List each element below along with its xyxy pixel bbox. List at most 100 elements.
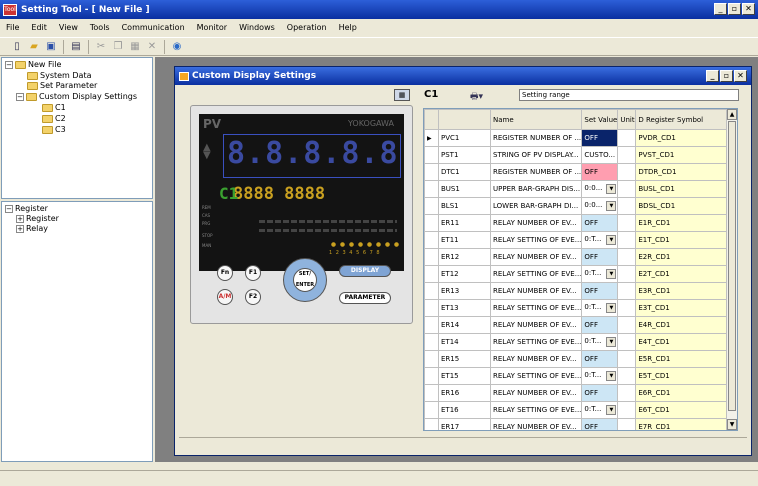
dropdown-arrow-icon[interactable]: ▼ bbox=[606, 201, 617, 211]
table-row[interactable]: ER16 RELAY NUMBER OF EV... OFF E6R_CD1 bbox=[424, 384, 737, 402]
set-enter-key[interactable]: SET/ ENTER bbox=[293, 268, 317, 292]
child-close-button[interactable]: ✕ bbox=[734, 70, 747, 82]
table-row[interactable]: ET16 RELAY SETTING OF EVE... 0:T... ▼ E6T_CD… bbox=[424, 401, 737, 419]
tree-item-c3[interactable]: C3 bbox=[42, 125, 66, 134]
child-minimize-button[interactable]: _ bbox=[706, 70, 719, 82]
table-row[interactable]: ET15 RELAY SETTING OF EVE... 0:T... ▼ E5T_CD… bbox=[424, 367, 737, 385]
scroll-down-icon[interactable]: ▼ bbox=[727, 419, 737, 430]
row-set-value[interactable]: OFF bbox=[581, 214, 619, 232]
row-set-value[interactable]: 0:T... ▼ bbox=[581, 299, 619, 317]
table-row[interactable]: ER11 RELAY NUMBER OF EV... OFF E1R_CD1 bbox=[424, 214, 737, 232]
restore-button[interactable]: ▫ bbox=[728, 3, 741, 15]
print-icon[interactable]: ▤ bbox=[69, 40, 83, 54]
row-set-value[interactable]: OFF bbox=[581, 384, 619, 402]
table-row[interactable]: ET13 RELAY SETTING OF EVE... 0:T... ▼ E3T_CD… bbox=[424, 299, 737, 317]
row-set-value[interactable]: OFF bbox=[581, 248, 619, 266]
row-set-value[interactable]: CUSTO... bbox=[581, 146, 619, 164]
row-set-value[interactable]: OFF bbox=[581, 163, 619, 181]
collapse-icon[interactable]: − bbox=[16, 92, 24, 101]
table-row[interactable]: ER15 RELAY NUMBER OF EV... OFF E5R_CD1 bbox=[424, 350, 737, 368]
expand-icon[interactable]: + bbox=[16, 224, 24, 233]
dropdown-arrow-icon[interactable]: ▼ bbox=[606, 337, 617, 347]
row-set-value[interactable]: 0:T... ▼ bbox=[581, 231, 619, 249]
print-range-icon[interactable]: 🖶▾ bbox=[470, 89, 483, 105]
row-set-value[interactable]: 0:T... ▼ bbox=[581, 333, 619, 351]
row-set-value[interactable]: 0:T... ▼ bbox=[581, 265, 619, 283]
col-header-name[interactable]: Name bbox=[489, 109, 583, 130]
display-key[interactable]: DISPLAY bbox=[339, 265, 391, 277]
table-row[interactable]: BUS1 UPPER BAR-GRAPH DIS... 0:0... ▼ BUSL_CD… bbox=[424, 180, 737, 198]
menu-operation[interactable]: Operation bbox=[287, 23, 327, 32]
row-set-value[interactable]: OFF bbox=[581, 418, 619, 430]
row-set-value[interactable]: 0:T... ▼ bbox=[581, 401, 619, 419]
col-header-register[interactable]: D Register Symbol bbox=[635, 109, 737, 130]
open-icon[interactable]: ▰ bbox=[27, 40, 41, 54]
menu-file[interactable]: File bbox=[6, 23, 19, 32]
menu-communication[interactable]: Communication bbox=[122, 23, 185, 32]
row-set-value[interactable]: OFF bbox=[581, 282, 619, 300]
tree-item-set-parameter[interactable]: Set Parameter bbox=[27, 81, 97, 90]
tree-root[interactable]: − New File bbox=[5, 60, 61, 69]
tree-register[interactable]: + Register bbox=[16, 214, 59, 223]
row-set-value[interactable]: OFF bbox=[581, 316, 619, 334]
dropdown-arrow-icon[interactable]: ▼ bbox=[606, 235, 617, 245]
menu-monitor[interactable]: Monitor bbox=[197, 23, 227, 32]
table-row[interactable]: ET12 RELAY SETTING OF EVE... 0:T... ▼ E2T_CD… bbox=[424, 265, 737, 283]
table-row[interactable]: ET14 RELAY SETTING OF EVE... 0:T... ▼ E4T_CD… bbox=[424, 333, 737, 351]
close-button[interactable]: ✕ bbox=[742, 3, 755, 15]
minimize-button[interactable]: _ bbox=[714, 3, 727, 15]
col-header-unit[interactable]: Unit bbox=[617, 109, 637, 130]
collapse-icon[interactable]: − bbox=[5, 204, 13, 213]
row-set-value[interactable]: 0:T... ▼ bbox=[581, 367, 619, 385]
tree-item-c1[interactable]: C1 bbox=[42, 103, 66, 112]
col-header-set-value[interactable]: Set Value bbox=[581, 109, 619, 130]
table-row[interactable]: ER17 RELAY NUMBER OF EV... OFF E7R_CD1 bbox=[424, 418, 737, 430]
f1-key[interactable]: F1 bbox=[245, 265, 261, 281]
table-row[interactable]: ER12 RELAY NUMBER OF EV... OFF E2R_CD1 bbox=[424, 248, 737, 266]
fn-key[interactable]: Fn bbox=[217, 265, 233, 281]
dropdown-arrow-icon[interactable]: ▼ bbox=[606, 269, 617, 279]
menu-help[interactable]: Help bbox=[339, 23, 357, 32]
table-row[interactable]: PST1 STRING OF PV DISPLAY... CUSTO... PVST_… bbox=[424, 146, 737, 164]
menu-windows[interactable]: Windows bbox=[239, 23, 275, 32]
dropdown-arrow-icon[interactable]: ▼ bbox=[606, 184, 617, 194]
expand-icon[interactable]: + bbox=[16, 214, 24, 223]
menu-tools[interactable]: Tools bbox=[90, 23, 110, 32]
table-row[interactable]: ▶ PVC1 REGISTER NUMBER OF ... OFF PVDR_CD1 bbox=[424, 129, 737, 147]
table-row[interactable]: ET11 RELAY SETTING OF EVE... 0:T... ▼ E1T_CD… bbox=[424, 231, 737, 249]
table-row[interactable]: DTC1 REGISTER NUMBER OF ... OFF DTDR_CD1 bbox=[424, 163, 737, 181]
f2-key[interactable]: F2 bbox=[245, 289, 261, 305]
row-set-value[interactable]: 0:0... ▼ bbox=[581, 197, 619, 215]
tree-item-c2[interactable]: C2 bbox=[42, 114, 66, 123]
scroll-up-icon[interactable]: ▲ bbox=[727, 109, 737, 120]
table-row[interactable]: BLS1 LOWER BAR-GRAPH DI... 0:0... ▼ BDSL_CD1 bbox=[424, 197, 737, 215]
new-icon[interactable]: ▯ bbox=[10, 40, 24, 54]
parameter-key[interactable]: PARAMETER bbox=[339, 292, 391, 304]
scroll-thumb[interactable] bbox=[728, 121, 736, 411]
dropdown-arrow-icon[interactable]: ▼ bbox=[606, 371, 617, 381]
connect-icon[interactable]: ◉ bbox=[170, 40, 184, 54]
menu-edit[interactable]: Edit bbox=[31, 23, 47, 32]
paste-icon[interactable]: ▦ bbox=[128, 40, 142, 54]
copy-icon[interactable]: ❐ bbox=[111, 40, 125, 54]
delete-icon[interactable]: ✕ bbox=[145, 40, 159, 54]
tree-item-system-data[interactable]: System Data bbox=[27, 71, 91, 80]
menu-view[interactable]: View bbox=[59, 23, 78, 32]
display-toggle-button[interactable]: ▦ bbox=[394, 89, 410, 101]
save-icon[interactable]: ▣ bbox=[44, 40, 58, 54]
table-row[interactable]: ER13 RELAY NUMBER OF EV... OFF E3R_CD1 bbox=[424, 282, 737, 300]
am-key[interactable]: A/M bbox=[217, 289, 233, 305]
navigation-dial[interactable]: SET/ ENTER bbox=[283, 258, 327, 302]
collapse-icon[interactable]: − bbox=[5, 60, 13, 69]
child-restore-button[interactable]: ▫ bbox=[720, 70, 733, 82]
row-set-value[interactable]: 0:0... ▼ bbox=[581, 180, 619, 198]
dropdown-arrow-icon[interactable]: ▼ bbox=[606, 303, 617, 313]
grid-scrollbar[interactable]: ▲ ▼ bbox=[726, 109, 737, 430]
row-set-value[interactable]: OFF bbox=[581, 129, 619, 147]
row-set-value[interactable]: OFF bbox=[581, 350, 619, 368]
tree-relay[interactable]: + Relay bbox=[16, 224, 48, 233]
tree-register-root[interactable]: − Register bbox=[5, 204, 48, 213]
table-row[interactable]: ER14 RELAY NUMBER OF EV... OFF E4R_CD1 bbox=[424, 316, 737, 334]
dropdown-arrow-icon[interactable]: ▼ bbox=[606, 405, 617, 415]
tree-item-custom-display[interactable]: − Custom Display Settings bbox=[16, 92, 137, 101]
